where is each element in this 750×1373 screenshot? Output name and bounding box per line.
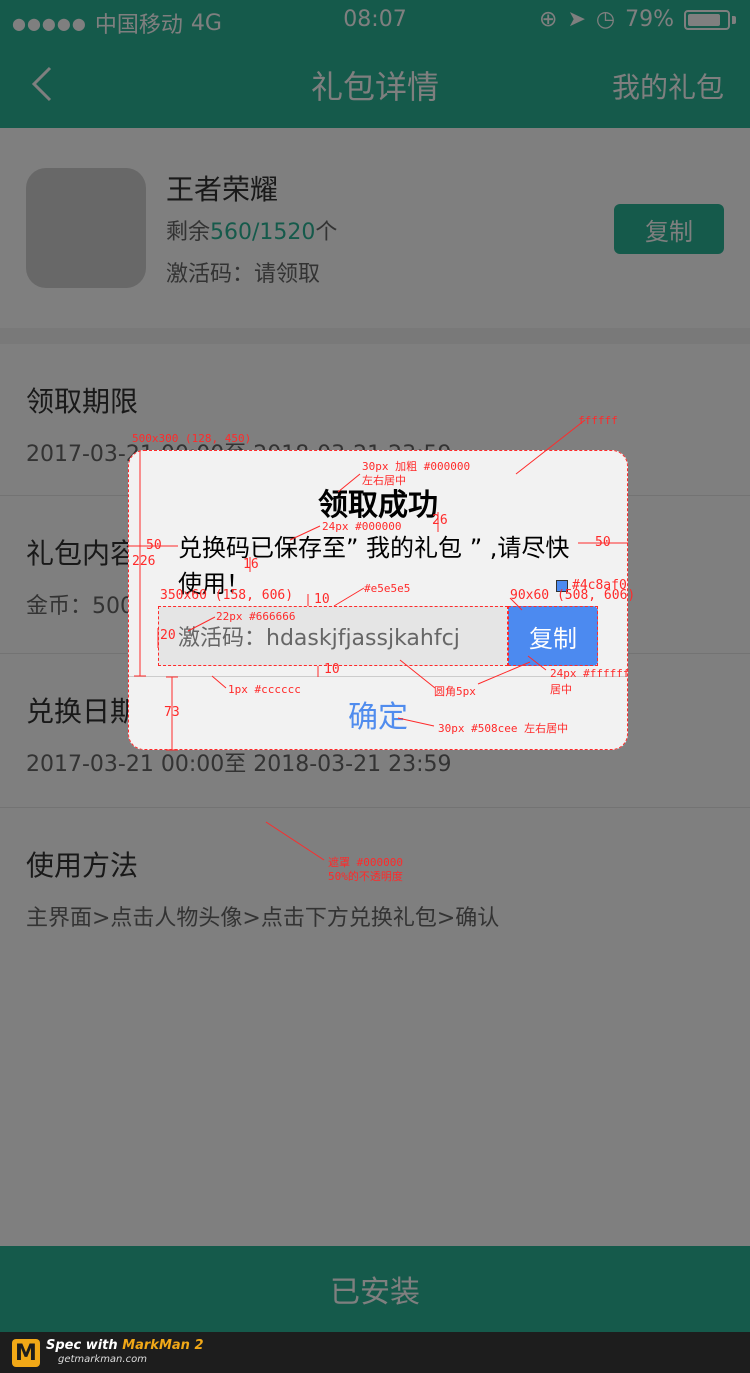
anno-msg-spec: 24px #000000 — [322, 520, 402, 533]
anno-copy-spec: 24px #ffffff — [550, 667, 630, 680]
anno-gap-50-right: 50 — [595, 535, 611, 550]
markman-url: getmarkman.com — [58, 1354, 147, 1365]
anno-gap-10-top: 10 — [314, 592, 330, 607]
anno-gap-26: 26 — [432, 513, 448, 528]
anno-gap-16: 16 — [243, 557, 259, 572]
anno-title-align: 左右居中 — [362, 474, 406, 487]
anno-gap-226: 226 — [132, 554, 156, 569]
markman-logo-icon: M — [12, 1339, 40, 1367]
markman-brand: MarkMan 2 — [122, 1338, 204, 1353]
anno-gap-20: 20 — [160, 628, 176, 643]
anno-code-spec: 22px #666666 — [216, 610, 296, 623]
anno-mask-opacity: 50%的不透明度 — [328, 870, 403, 883]
anno-gap-50-left: 50 — [146, 538, 162, 553]
spec-box-copy — [508, 606, 598, 666]
anno-copy-align: 居中 — [550, 683, 572, 696]
anno-code-color: #e5e5e5 — [364, 582, 411, 595]
anno-ok-spec: 30px #508cee 左右居中 — [438, 722, 569, 735]
anno-copy-box: 90x60 (508, 606) — [510, 588, 636, 603]
spec-box-code — [158, 606, 508, 666]
anno-gap-10-bottom: 10 — [324, 662, 340, 677]
anno-radius: 圆角5px — [434, 685, 476, 698]
anno-line-spec: 1px #cccccc — [228, 683, 301, 696]
anno-dialog-size: 500x300 (128, 450) — [132, 432, 252, 445]
anno-bg-color: ffffff — [578, 414, 618, 427]
markman-footer: M Spec with MarkMan 2 getmarkman.com — [0, 1332, 750, 1373]
markman-spec-text: Spec with — [46, 1338, 118, 1353]
anno-gap-73: 73 — [164, 705, 180, 720]
anno-code-box: 350x60 (158, 606) — [160, 588, 294, 603]
